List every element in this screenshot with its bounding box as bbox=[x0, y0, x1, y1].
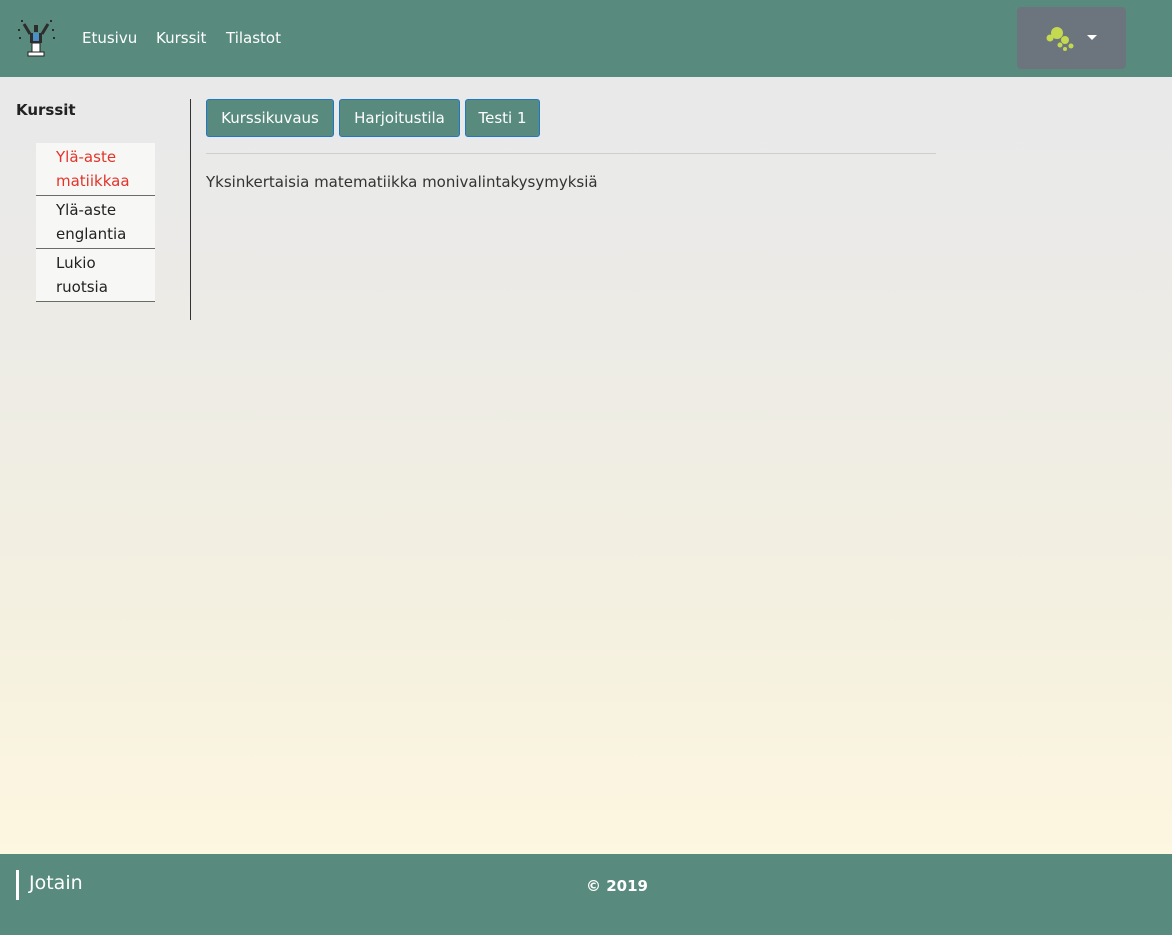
footer-brand: Jotain bbox=[29, 872, 83, 894]
course-list: Ylä-aste matiikkaa Ylä-aste englantia Lu… bbox=[36, 143, 155, 302]
tab-testi-1[interactable]: Testi 1 bbox=[465, 99, 540, 137]
course-item-line1: Lukio bbox=[56, 254, 96, 272]
nav-link-etusivu[interactable]: Etusivu bbox=[82, 28, 137, 48]
footer-accent-bar bbox=[16, 870, 19, 900]
sidebar-divider bbox=[190, 99, 191, 320]
course-item-line2: ruotsia bbox=[56, 278, 108, 296]
user-menu-button[interactable] bbox=[1017, 7, 1126, 69]
tab-kurssikuvaus[interactable]: Kurssikuvaus bbox=[206, 99, 334, 137]
footer: Jotain © 2019 bbox=[0, 854, 1172, 935]
course-item-line1: Ylä-aste bbox=[56, 148, 117, 166]
course-item-yla-aste-matiikkaa[interactable]: Ylä-aste matiikkaa bbox=[36, 143, 155, 196]
avatar-bubbles-icon bbox=[1046, 27, 1074, 51]
footer-copyright: © 2019 bbox=[586, 877, 648, 895]
sidebar-title: Kurssit bbox=[16, 101, 76, 119]
nav-link-tilastot[interactable]: Tilastot bbox=[226, 28, 281, 48]
course-item-lukio-ruotsia[interactable]: Lukio ruotsia bbox=[36, 249, 155, 302]
course-item-yla-aste-englantia[interactable]: Ylä-aste englantia bbox=[36, 196, 155, 249]
course-item-line2: matiikkaa bbox=[56, 172, 130, 190]
top-navbar: Etusivu Kurssit Tilastot bbox=[0, 0, 1172, 77]
course-item-line1: Ylä-aste bbox=[56, 201, 117, 219]
nav-link-kurssit[interactable]: Kurssit bbox=[156, 28, 206, 48]
chevron-down-icon bbox=[1087, 35, 1097, 40]
content-divider bbox=[206, 153, 936, 154]
course-description: Yksinkertaisia matematiikka monivalintak… bbox=[206, 173, 598, 191]
logo-icon[interactable] bbox=[16, 17, 58, 59]
tab-harjoitustila[interactable]: Harjoitustila bbox=[339, 99, 460, 137]
course-item-line2: englantia bbox=[56, 225, 127, 243]
